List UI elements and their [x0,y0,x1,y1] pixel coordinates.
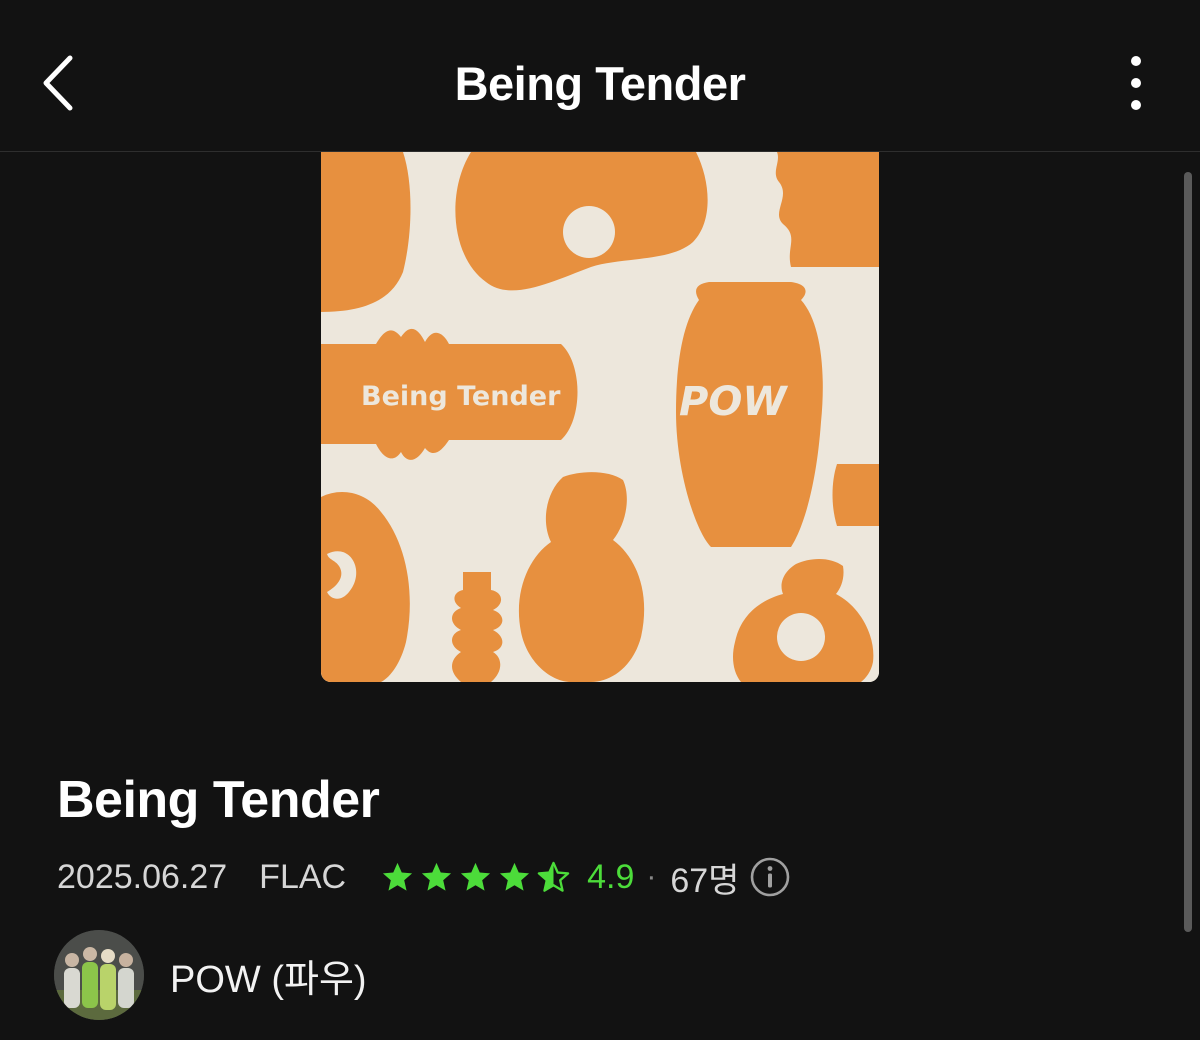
artist-name[interactable]: POW (파우) [170,948,367,1003]
artist-link[interactable]: POW (파우) [54,930,367,1020]
album-title: Being Tender [57,771,380,829]
album-meta: 2025.06.27 FLAC 4.9 · 67명 [57,852,791,902]
info-icon [751,857,790,897]
star-filled-icon [500,862,530,891]
more-vertical-icon [1131,56,1141,110]
info-button[interactable] [749,856,791,898]
album-cover-art: Being Tender POW [321,152,879,682]
star-filled-icon [461,862,491,891]
artist-avatar[interactable] [54,930,144,1020]
page-title: Being Tender [454,57,746,110]
top-bar: Being Tender [0,0,1200,152]
cover-title-text: Being Tender [361,381,561,412]
star-filled-icon [383,862,413,891]
star-filled-icon [422,862,452,891]
more-options-button[interactable] [1118,52,1154,114]
audio-format: FLAC [259,857,347,896]
meta-separator: · [646,860,657,893]
rating-stars [380,860,571,895]
scrollbar[interactable] [1184,172,1192,932]
cover-logo-text: POW [679,379,788,425]
rating-value: 4.9 [587,857,635,896]
album-cover[interactable]: Being Tender POW [321,152,879,682]
rating-count: 67명 [670,861,740,900]
release-date: 2025.06.27 [57,857,228,896]
star-half-icon [537,861,570,892]
